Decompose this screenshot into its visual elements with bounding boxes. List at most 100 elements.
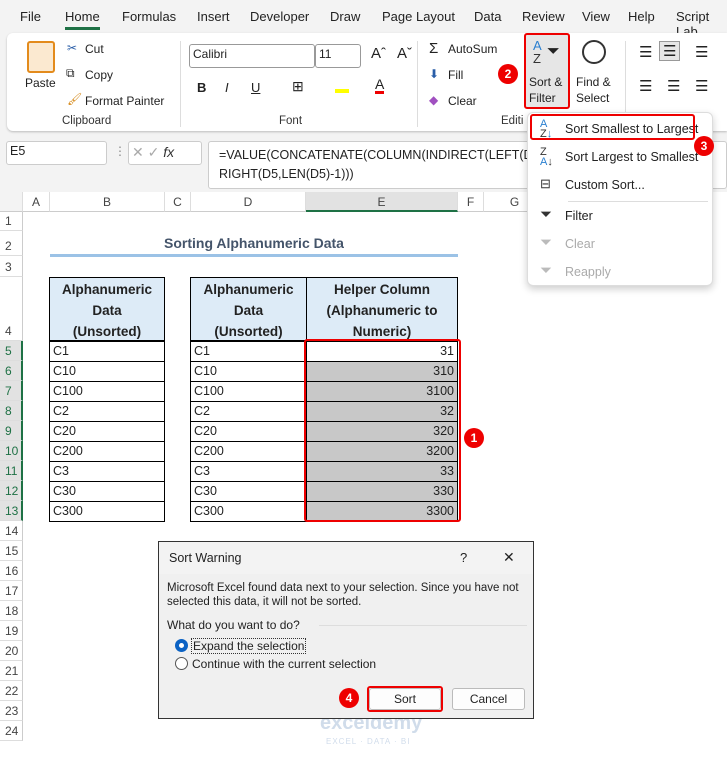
copy-button[interactable]: Copy <box>85 68 113 82</box>
row-header[interactable]: 23 <box>0 701 23 721</box>
option-expand-label[interactable]: Expand the selection <box>191 638 307 654</box>
column-header-f[interactable]: F <box>458 192 484 212</box>
decrease-font-icon[interactable]: Aˇ <box>397 45 412 62</box>
option-continue-label[interactable]: Continue with the current selection <box>192 657 376 671</box>
row-header[interactable]: 14 <box>0 521 23 541</box>
font-size-select[interactable]: 11 <box>315 44 361 68</box>
table1-cell[interactable]: C2 <box>49 401 165 422</box>
align-left-icon[interactable]: ☰ <box>639 77 652 95</box>
name-box[interactable]: E5 <box>6 141 107 165</box>
table1-cell[interactable]: C3 <box>49 461 165 482</box>
cancel-button[interactable]: Cancel <box>452 688 525 710</box>
table2-data-cell[interactable]: C300 <box>190 501 307 522</box>
align-bottom-icon[interactable]: ☰ <box>695 43 708 61</box>
select-all[interactable] <box>0 192 23 212</box>
tab-insert[interactable]: Insert <box>197 9 230 24</box>
row-header[interactable]: 17 <box>0 581 23 601</box>
borders-icon[interactable]: ⊞ <box>292 78 304 95</box>
tab-developer[interactable]: Developer <box>250 9 309 24</box>
column-header-a[interactable]: A <box>23 192 50 212</box>
row-header[interactable]: 22 <box>0 681 23 701</box>
bold-button[interactable]: B <box>197 80 206 95</box>
help-button[interactable]: ? <box>460 550 467 565</box>
tab-page-layout[interactable]: Page Layout <box>382 9 455 24</box>
table1-cell[interactable]: C20 <box>49 421 165 442</box>
cut-button[interactable]: Cut <box>85 42 104 56</box>
header-text: Alphanumeric <box>203 282 294 297</box>
menu-item-filter[interactable]: Filter <box>565 209 593 223</box>
table2-data-cell[interactable]: C3 <box>190 461 307 482</box>
paste-button[interactable]: Paste <box>25 76 56 90</box>
menu-item-custom-sort[interactable]: Custom Sort... <box>565 178 645 192</box>
row-header[interactable]: 10 <box>0 441 23 461</box>
tab-view[interactable]: View <box>582 9 610 24</box>
align-top-icon[interactable]: ☰ <box>639 43 652 61</box>
row-header[interactable]: 12 <box>0 481 23 501</box>
table2-data-cell[interactable]: C1 <box>190 341 307 362</box>
table1-cell[interactable]: C300 <box>49 501 165 522</box>
column-header-d[interactable]: D <box>191 192 306 212</box>
row-header[interactable]: 6 <box>0 361 23 381</box>
align-center-icon[interactable]: ☰ <box>667 77 680 95</box>
close-button[interactable]: ✕ <box>503 549 515 566</box>
dialog-question: What do you want to do? <box>167 618 300 632</box>
row-header[interactable]: 4 <box>0 277 23 341</box>
row-header[interactable]: 21 <box>0 661 23 681</box>
row-header[interactable]: 13 <box>0 501 23 521</box>
menu-item-sort-descending[interactable]: Sort Largest to Smallest <box>565 150 698 164</box>
font-color-icon[interactable]: A <box>375 77 385 94</box>
increase-font-icon[interactable]: Aˆ <box>371 45 386 62</box>
tab-formulas[interactable]: Formulas <box>122 9 176 24</box>
table2-data-cell[interactable]: C200 <box>190 441 307 462</box>
row-header[interactable]: 24 <box>0 721 23 741</box>
font-name-select[interactable]: Calibri <box>189 44 315 68</box>
table2-data-cell[interactable]: C10 <box>190 361 307 382</box>
tab-draw[interactable]: Draw <box>330 9 360 24</box>
tab-home[interactable]: Home <box>65 9 100 30</box>
table2-data-cell[interactable]: C30 <box>190 481 307 502</box>
align-right-icon[interactable]: ☰ <box>695 77 708 95</box>
column-header-b[interactable]: B <box>50 192 165 212</box>
table1-cell[interactable]: C200 <box>49 441 165 462</box>
table2-data-cell[interactable]: C100 <box>190 381 307 402</box>
table2-data-cell[interactable]: C2 <box>190 401 307 422</box>
row-header[interactable]: 18 <box>0 601 23 621</box>
row-header[interactable]: 16 <box>0 561 23 581</box>
radio-continue-current[interactable] <box>175 657 188 670</box>
column-header-c[interactable]: C <box>165 192 191 212</box>
column-header-e[interactable]: E <box>306 192 458 212</box>
row-header[interactable]: 5 <box>0 341 23 361</box>
row-header[interactable]: 8 <box>0 401 23 421</box>
table1-cell[interactable]: C100 <box>49 381 165 402</box>
tab-review[interactable]: Review <box>522 9 565 24</box>
row-header[interactable]: 19 <box>0 621 23 641</box>
insert-function-icon[interactable]: fx <box>163 144 174 160</box>
row-header[interactable]: 20 <box>0 641 23 661</box>
tab-help[interactable]: Help <box>628 9 655 24</box>
table1-cell[interactable]: C30 <box>49 481 165 502</box>
find-select-button[interactable]: Find & Select <box>572 35 620 109</box>
italic-button[interactable]: I <box>225 80 229 95</box>
underline-button[interactable]: U <box>251 80 260 95</box>
row-header[interactable]: 3 <box>0 256 23 277</box>
table2-data-cell[interactable]: C20 <box>190 421 307 442</box>
row-header[interactable]: 9 <box>0 421 23 441</box>
table1-cell[interactable]: C1 <box>49 341 165 362</box>
radio-expand-selection[interactable] <box>175 639 188 652</box>
tab-file[interactable]: File <box>20 9 41 24</box>
cancel-icon[interactable]: ✕ <box>132 144 144 160</box>
row-header[interactable]: 15 <box>0 541 23 561</box>
row-header[interactable]: 1 <box>0 212 23 231</box>
table1-cell[interactable]: C10 <box>49 361 165 382</box>
clear-button[interactable]: Clear <box>448 94 477 108</box>
row-header[interactable]: 7 <box>0 381 23 401</box>
fill-button[interactable]: Fill <box>448 68 463 82</box>
fill-color-icon[interactable] <box>335 79 349 93</box>
row-header[interactable]: 2 <box>0 231 23 256</box>
tab-data[interactable]: Data <box>474 9 501 24</box>
autosum-button[interactable]: AutoSum <box>448 42 497 56</box>
enter-icon[interactable]: ✓ <box>148 144 160 160</box>
align-middle-icon[interactable]: ☰ <box>659 41 681 61</box>
row-header[interactable]: 11 <box>0 461 23 481</box>
format-painter-button[interactable]: Format Painter <box>85 94 164 108</box>
